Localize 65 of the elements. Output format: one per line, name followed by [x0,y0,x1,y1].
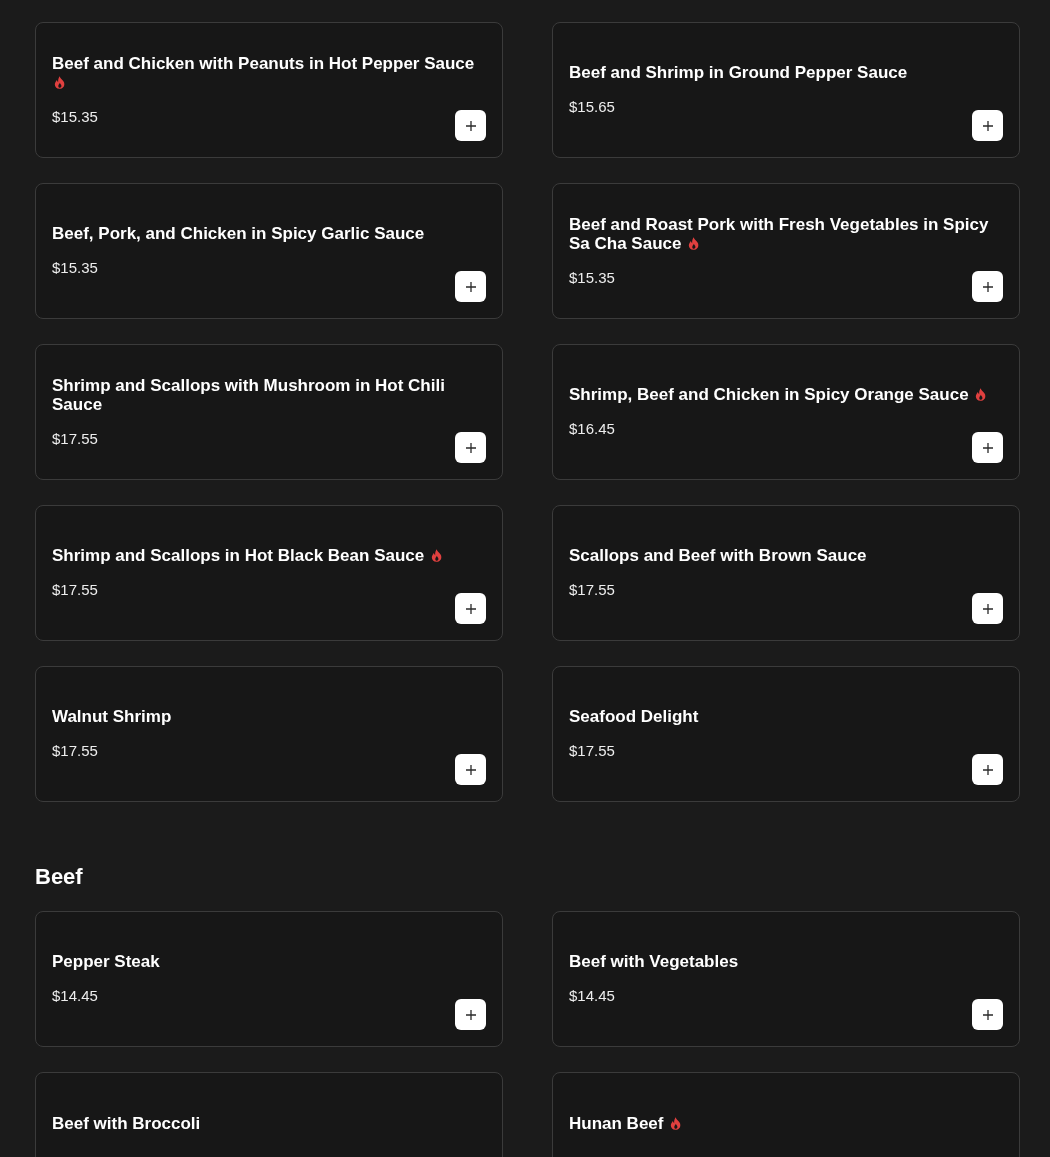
dish-name: Beef with Vegetables [569,952,739,971]
dish-price: $15.35 [52,258,98,278]
dish-name: Beef, Pork, and Chicken in Spicy Garlic Sauce [52,224,425,243]
dish-name: Beef with Broccoli [52,1113,201,1133]
dish-price: $17.55 [569,580,615,600]
menu-item-card[interactable]: Shrimp, Beef and Chicken in Spicy Orange Sauce $16.45 [552,344,1020,480]
menu-item-card[interactable]: Scallops and Beef with Brown Sauce $17.55 [552,505,1020,641]
add-button[interactable] [455,271,486,302]
dish-price: $15.35 [52,106,98,127]
menu-item-card[interactable]: Beef and Chicken with Peanuts in Hot Pepper Sauce $15.35 [35,22,503,158]
dish-price: $17.55 [52,580,98,600]
menu-item-card[interactable]: Beef and Roast Pork with Fresh Vegetables in Spicy Sa Cha Sauce $15.35 [552,183,1020,319]
plus-icon [982,603,993,614]
plus-icon [982,764,993,775]
add-button[interactable] [972,999,1003,1030]
dish-name: Beef and Shrimp in Ground Pepper Sauce [569,63,908,82]
dish-name: Beef and Chicken with Peanuts in Hot Pepper Sauce [52,53,475,73]
dish-name: Seafood Delight [569,707,699,726]
plus-icon [465,442,476,453]
dish-price: $17.55 [52,741,98,761]
menu-item-card[interactable]: Beef with Vegetables $14.45 [552,911,1020,1047]
dish-name: Scallops and Beef with Brown Sauce [569,546,867,565]
add-button[interactable] [972,110,1003,141]
dish-price: $17.55 [52,428,98,449]
plus-icon [982,281,993,292]
menu-item-card[interactable]: Walnut Shrimp $17.55 [35,666,503,802]
dish-price: $15.65 [569,97,615,117]
menu-item-card[interactable]: Beef with Broccoli [35,1072,503,1157]
dish-price: $16.45 [569,419,615,439]
plus-icon [982,1009,993,1020]
add-button[interactable] [455,110,486,141]
dish-price: $15.35 [569,267,615,288]
dish-price: $14.45 [52,986,98,1006]
dish-name: Hunan Beef [569,1113,664,1133]
dish-name: Shrimp, Beef and Chicken in Spicy Orange Sauce [569,385,969,404]
dish-name: Shrimp and Scallops in Hot Black Bean Sauce [52,546,425,565]
menu-item-card[interactable]: Shrimp and Scallops with Mushroom in Hot Chili Sauce $17.55 [35,344,503,480]
menu-item-card[interactable]: Beef and Shrimp in Ground Pepper Sauce $15.65 [552,22,1020,158]
dish-name: Beef and Roast Pork with Fresh Vegetables in Spicy Sa Cha Sauce [569,214,989,253]
plus-icon [465,1009,476,1020]
menu-item-card[interactable]: Shrimp and Scallops in Hot Black Bean Sauce $17.55 [35,505,503,641]
menu-item-card[interactable]: Beef, Pork, and Chicken in Spicy Garlic Sauce $15.35 [35,183,503,319]
menu-item-card[interactable]: Pepper Steak $14.45 [35,911,503,1047]
add-button[interactable] [972,432,1003,463]
add-button[interactable] [455,999,486,1030]
plus-icon [465,281,476,292]
dish-name: Walnut Shrimp [52,707,172,726]
add-button[interactable] [455,432,486,463]
dish-name: Shrimp and Scallops with Mushroom in Hot Chili Sauce [52,375,445,414]
dish-price: $14.45 [569,986,615,1006]
section-heading: Beef [35,864,83,890]
plus-icon [982,442,993,453]
add-button[interactable] [455,754,486,785]
add-button[interactable] [455,593,486,624]
plus-icon [465,603,476,614]
add-button[interactable] [972,271,1003,302]
dish-name: Pepper Steak [52,952,160,971]
plus-icon [982,120,993,131]
menu-item-card[interactable]: Seafood Delight $17.55 [552,666,1020,802]
add-button[interactable] [972,754,1003,785]
plus-icon [465,764,476,775]
dish-price: $17.55 [569,741,615,761]
add-button[interactable] [972,593,1003,624]
menu-item-card[interactable]: Hunan Beef [552,1072,1020,1157]
plus-icon [465,120,476,131]
